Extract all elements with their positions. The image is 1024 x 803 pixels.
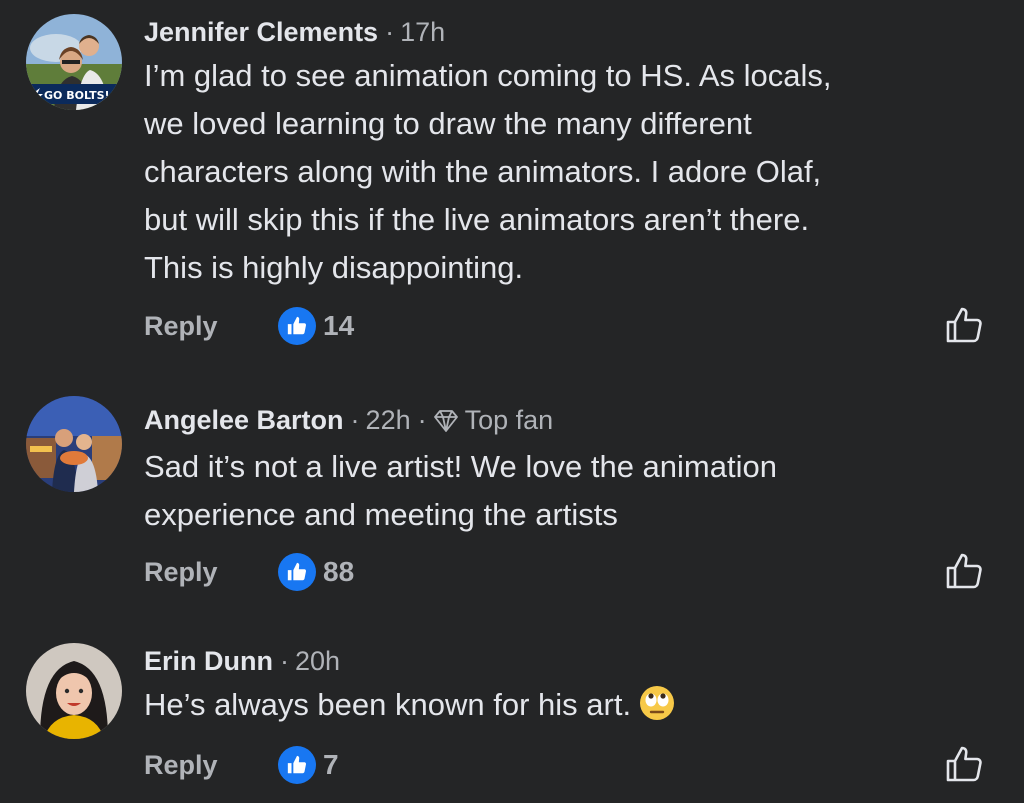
like-reaction-icon (278, 553, 316, 591)
comment-text-line: we loved learning to draw the many diffe… (144, 106, 752, 141)
comment-text-line: I’m glad to see animation coming to HS. … (144, 58, 832, 93)
reaction-summary[interactable]: 14 (278, 307, 354, 345)
reply-button[interactable]: Reply (144, 557, 218, 588)
like-count: 14 (323, 310, 355, 341)
like-reaction-icon (278, 307, 316, 345)
timestamp[interactable]: 20h (295, 646, 340, 676)
comment-actions: Reply 14 (144, 307, 984, 349)
comment-text-line: Sad it’s not a live artist! We love the … (144, 449, 777, 484)
avatar-caption: GO BOLTS! (44, 89, 110, 102)
timestamp[interactable]: 17h (400, 17, 445, 47)
timestamp[interactable]: 22h (366, 405, 411, 435)
top-fan-badge[interactable]: Top fan (465, 405, 554, 435)
comment-text-line: experience and meeting the artists (144, 497, 618, 532)
avatar[interactable]: GO BOLTS! (26, 14, 122, 110)
like-count: 88 (323, 556, 355, 587)
author-name[interactable]: Erin Dunn (144, 646, 273, 676)
reaction-summary[interactable]: 88 (278, 553, 354, 591)
separator-dot: · (417, 405, 427, 435)
comment-text: I’m glad to see animation coming to HS. … (144, 52, 984, 292)
thumbs-up-outline-icon[interactable] (944, 744, 984, 789)
comment-text-line: This is highly disappointing. (144, 250, 524, 285)
like-count: 7 (323, 749, 339, 780)
comment-text-content: He’s always been known for his art. (144, 687, 632, 722)
separator-dot: · (385, 17, 395, 47)
comment-text: Sad it’s not a live artist! We love the … (144, 443, 984, 539)
comment-actions: Reply 88 (144, 553, 984, 595)
comment-text-line: characters along with the animators. I a… (144, 154, 822, 189)
comment-actions: Reply 7 (144, 746, 984, 788)
diamond-icon (433, 406, 459, 440)
avatar[interactable] (26, 396, 122, 492)
author-name[interactable]: Angelee Barton (144, 405, 344, 435)
reaction-summary[interactable]: 7 (278, 746, 339, 784)
separator-dot: · (280, 646, 289, 676)
thumbs-up-outline-icon[interactable] (944, 551, 984, 596)
like-reaction-icon (278, 746, 316, 784)
comment-text-line: He’s always been known for his art. (144, 681, 984, 735)
thumbs-up-outline-icon[interactable] (944, 305, 984, 350)
reply-button[interactable]: Reply (144, 311, 218, 342)
eye-roll-emoji-icon (639, 685, 675, 735)
reply-button[interactable]: Reply (144, 750, 218, 781)
avatar[interactable] (26, 643, 122, 739)
author-name[interactable]: Jennifer Clements (144, 17, 378, 47)
comment-meta: Jennifer Clements · 17h (144, 15, 984, 49)
comment-text: He’s always been known for his art. (144, 681, 984, 735)
comment-meta: Angelee Barton · 22h · Top fan (144, 403, 984, 440)
comment-meta: Erin Dunn · 20h (144, 644, 984, 678)
separator-dot: · (350, 405, 360, 435)
comment-text-line: but will skip this if the live animators… (144, 202, 810, 237)
